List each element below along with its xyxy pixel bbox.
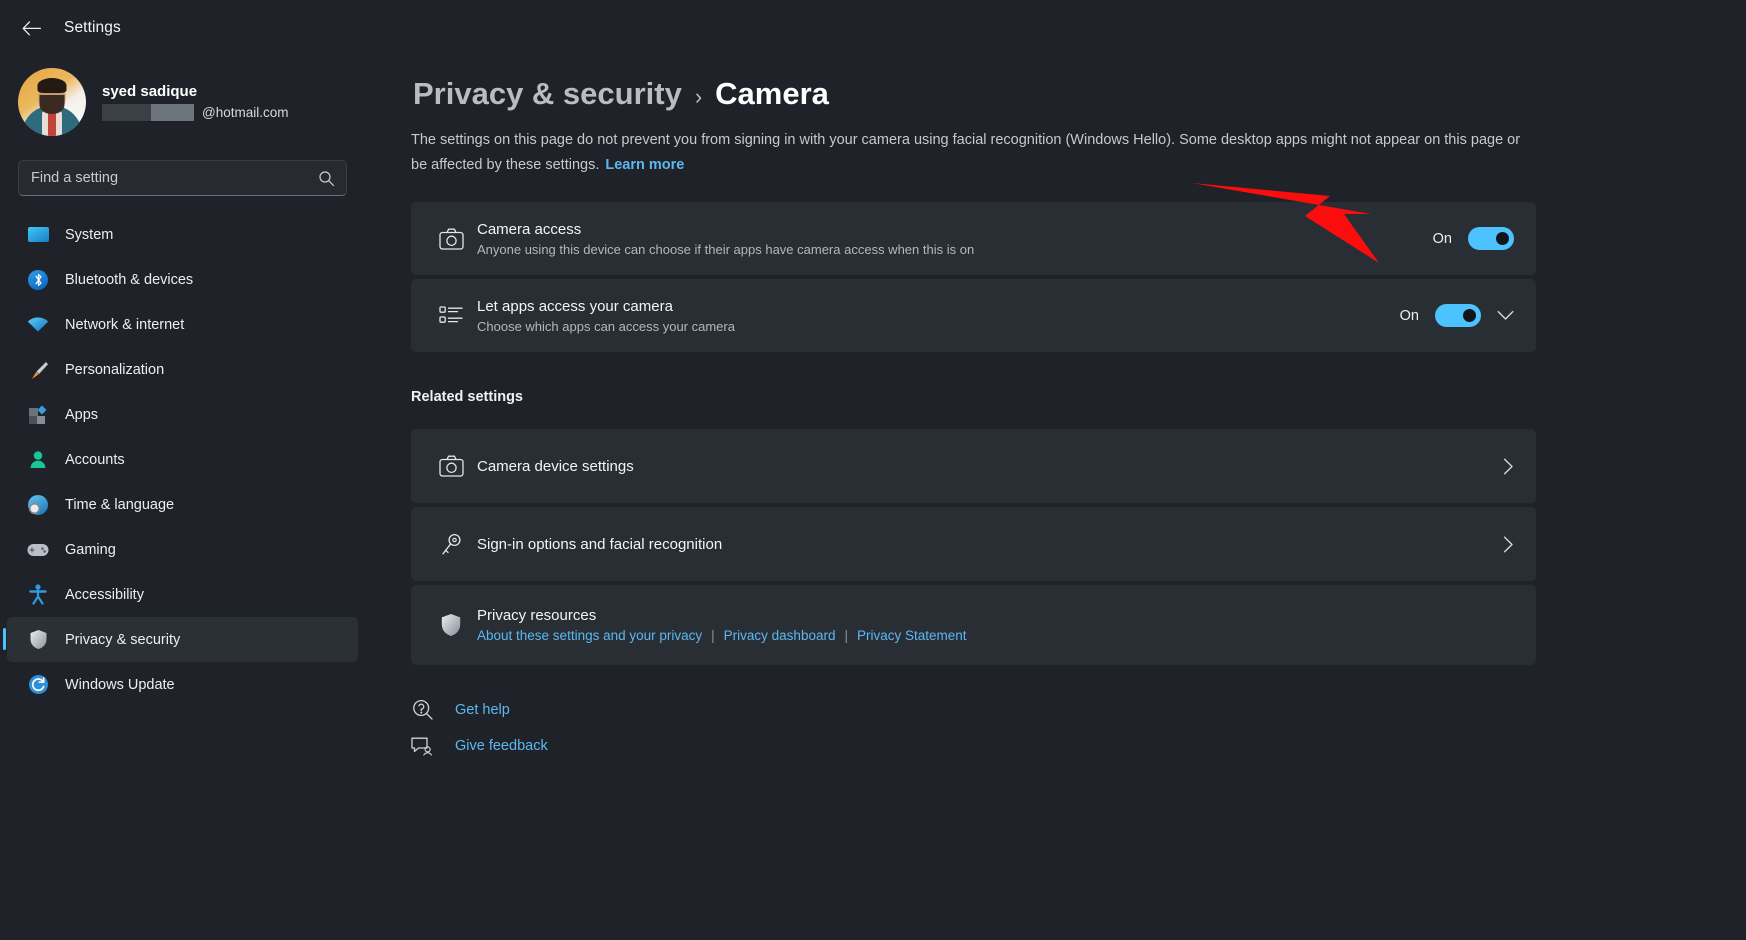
bluetooth-icon	[27, 269, 49, 291]
account-email-row: @hotmail.com	[102, 104, 288, 121]
sidebar-item-label: Windows Update	[65, 676, 175, 693]
sidebar-item-label: System	[65, 226, 114, 243]
avatar	[18, 68, 86, 136]
camera-icon	[431, 228, 471, 250]
sidebar-item-bluetooth-devices[interactable]: Bluetooth & devices	[7, 257, 358, 302]
search-input[interactable]	[19, 170, 346, 186]
row-title: Camera access	[477, 220, 582, 238]
camera-device-settings-row[interactable]: Camera device settings	[411, 429, 1536, 503]
person-icon	[27, 449, 49, 471]
row-title: Privacy resources	[477, 607, 597, 624]
search-icon	[318, 170, 335, 192]
page-description: The settings on this page do not prevent…	[411, 128, 1536, 178]
sidebar-item-label: Time & language	[65, 496, 175, 513]
camera-access-state-label: On	[1432, 230, 1452, 247]
camera-access-row: Camera access Anyone using this device c…	[411, 202, 1536, 275]
back-button[interactable]	[14, 12, 48, 44]
account-name: syed sadique	[102, 83, 198, 100]
search-box[interactable]	[18, 160, 347, 196]
link-separator: |	[844, 628, 848, 643]
camera-access-toggle[interactable]	[1468, 227, 1514, 250]
breadcrumb-parent-link[interactable]: Privacy & security	[413, 76, 682, 112]
wifi-icon	[27, 314, 49, 336]
page-description-text: The settings on this page do not prevent…	[411, 132, 1521, 173]
sidebar: Settings syed sadique @hotmail.com Find …	[0, 0, 365, 940]
privacy-dashboard-link[interactable]: Privacy dashboard	[724, 628, 836, 643]
sidebar-item-windows-update[interactable]: Windows Update	[7, 662, 358, 707]
row-subtitle: Anyone using this device can choose if t…	[477, 241, 975, 257]
chevron-right-icon[interactable]	[1503, 458, 1514, 475]
sidebar-item-time-language[interactable]: Time & language	[7, 482, 358, 527]
breadcrumb: Privacy & security › Camera	[411, 76, 1746, 112]
footer-link-label: Give feedback	[455, 738, 548, 754]
page-title: Camera	[715, 76, 829, 111]
sidebar-item-system[interactable]: System	[7, 212, 358, 257]
camera-icon	[431, 455, 471, 477]
accessibility-icon	[27, 584, 49, 606]
related-settings-heading: Related settings	[411, 389, 523, 405]
row-subtitle: Choose which apps can access your camera	[477, 318, 735, 334]
key-icon	[431, 533, 471, 556]
privacy-links: About these settings and your privacy | …	[477, 628, 1514, 643]
row-title: Let apps access your camera	[477, 297, 673, 315]
monitor-icon	[27, 224, 49, 246]
shield-icon	[27, 629, 49, 651]
learn-more-link[interactable]: Learn more	[605, 157, 684, 173]
app-title: Settings	[64, 19, 121, 36]
row-title: Sign-in options and facial recognition	[477, 535, 723, 553]
sidebar-item-label: Bluetooth & devices	[65, 271, 194, 288]
feedback-icon	[411, 736, 433, 756]
redacted-email-block	[151, 104, 194, 121]
let-apps-state-label: On	[1399, 307, 1419, 324]
account-card[interactable]: syed sadique @hotmail.com	[0, 56, 365, 150]
redacted-email-block	[102, 104, 151, 121]
sidebar-nav: System Bluetooth & devices Network & int…	[0, 210, 365, 707]
sidebar-item-apps[interactable]: Apps	[7, 392, 358, 437]
about-settings-privacy-link[interactable]: About these settings and your privacy	[477, 628, 702, 643]
sidebar-item-accounts[interactable]: Accounts	[7, 437, 358, 482]
privacy-statement-link[interactable]: Privacy Statement	[857, 628, 967, 643]
sidebar-item-label: Privacy & security	[65, 631, 181, 648]
related-settings-list: Camera device settings Sign-in options a…	[411, 429, 1536, 665]
footer-links: Get help Give feedback	[411, 699, 1746, 756]
sidebar-item-label: Apps	[65, 406, 99, 423]
sidebar-item-label: Personalization	[65, 361, 165, 378]
link-separator: |	[711, 628, 715, 643]
chevron-right-icon[interactable]	[1503, 536, 1514, 553]
privacy-resources-row: Privacy resources About these settings a…	[411, 585, 1536, 665]
sidebar-item-privacy-security[interactable]: Privacy & security	[3, 617, 358, 662]
paintbrush-icon	[27, 359, 49, 381]
sidebar-item-accessibility[interactable]: Accessibility	[7, 572, 358, 617]
update-icon	[27, 674, 49, 696]
search-container	[0, 150, 365, 210]
let-apps-access-camera-row: Let apps access your camera Choose which…	[411, 279, 1536, 352]
sidebar-item-label: Accessibility	[65, 586, 144, 603]
account-email-domain: @hotmail.com	[202, 105, 289, 120]
app-list-icon	[431, 305, 471, 326]
sidebar-item-label: Network & internet	[65, 316, 185, 333]
sidebar-item-gaming[interactable]: Gaming	[7, 527, 358, 572]
apps-icon	[27, 404, 49, 426]
clock-globe-icon	[27, 494, 49, 516]
sidebar-item-network-internet[interactable]: Network & internet	[7, 302, 358, 347]
help-icon	[411, 699, 433, 720]
get-help-link[interactable]: Get help	[411, 699, 1746, 720]
let-apps-access-camera-toggle[interactable]	[1435, 304, 1481, 327]
sidebar-item-label: Gaming	[65, 541, 116, 558]
chevron-down-icon[interactable]	[1497, 310, 1514, 321]
back-arrow-icon	[22, 20, 41, 35]
sidebar-item-label: Accounts	[65, 451, 125, 468]
row-title: Camera device settings	[477, 457, 634, 475]
title-bar: Settings	[0, 0, 365, 56]
settings-list: Camera access Anyone using this device c…	[411, 202, 1536, 352]
give-feedback-link[interactable]: Give feedback	[411, 736, 1746, 756]
sign-in-options-row[interactable]: Sign-in options and facial recognition	[411, 507, 1536, 581]
main-content: Privacy & security › Camera The settings…	[365, 0, 1746, 940]
shield-icon	[431, 613, 471, 637]
footer-link-label: Get help	[455, 701, 510, 718]
settings-window: Settings syed sadique @hotmail.com Find …	[0, 0, 1746, 940]
sidebar-item-personalization[interactable]: Personalization	[7, 347, 358, 392]
gamepad-icon	[27, 539, 49, 561]
chevron-right-icon: ›	[694, 84, 703, 109]
